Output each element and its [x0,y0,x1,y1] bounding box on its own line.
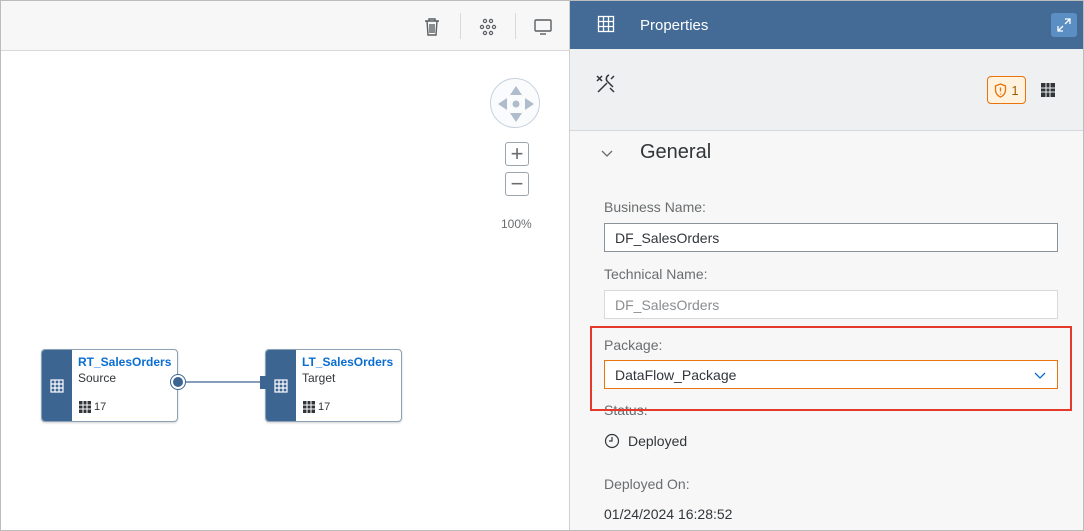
columns-icon[interactable] [1040,82,1056,103]
column-count-value: 17 [318,401,331,413]
dataflow-canvas[interactable]: + − 100% RT_SalesOrders Source 17 LT_Sal… [1,1,569,530]
section-title: General [640,141,712,163]
expand-icon [1057,18,1071,32]
output-port[interactable] [171,375,185,389]
node-kind: Source [78,371,117,385]
table-icon [597,15,615,38]
column-count: 17 [78,400,106,414]
package-label: Package: [604,337,663,353]
panel-title: Properties [640,17,709,34]
business-name-label: Business Name: [604,199,706,215]
section-general[interactable]: General [600,141,711,164]
column-count: 17 [302,400,330,414]
node-name: LT_SalesOrders [302,355,394,369]
app-window: + − 100% RT_SalesOrders Source 17 LT_Sal… [0,0,1084,531]
column-count-value: 17 [94,401,107,413]
deployed-on-value: 01/24/2024 16:28:52 [604,506,733,522]
node-kind: Target [302,371,336,385]
input-port[interactable] [260,376,268,389]
node-name: RT_SalesOrders [78,355,172,369]
panel-header: Properties [570,1,1083,49]
tools-icon[interactable] [594,72,618,101]
clock-icon [604,433,620,449]
table-icon [42,350,72,421]
status-value: Deployed [604,433,687,449]
chevron-down-icon [600,141,626,164]
expand-button[interactable] [1051,13,1077,37]
package-select[interactable]: DataFlow_Package [604,360,1058,389]
warning-count: 1 [1011,82,1019,98]
shield-warning-icon [995,82,1007,98]
deployed-on-label: Deployed On: [604,476,690,492]
technical-name-label: Technical Name: [604,266,708,282]
warning-badge[interactable]: 1 [987,76,1026,104]
source-node[interactable]: RT_SalesOrders Source 17 [41,349,178,422]
node-connector [178,381,265,383]
columns-icon [303,401,315,413]
technical-name-field: DF_SalesOrders [604,290,1058,319]
target-node[interactable]: LT_SalesOrders Target 17 [265,349,402,422]
status-text: Deployed [628,433,688,449]
properties-panel: Properties 1 General Business Name: DF_S… [569,1,1083,530]
columns-icon [79,401,91,413]
status-label: Status: [604,402,648,418]
panel-toolbar: 1 [570,49,1083,131]
target-table-icon [266,350,296,421]
chevron-down-icon [1033,367,1047,383]
business-name-field[interactable]: DF_SalesOrders [604,223,1058,252]
package-value: DataFlow_Package [615,366,737,383]
